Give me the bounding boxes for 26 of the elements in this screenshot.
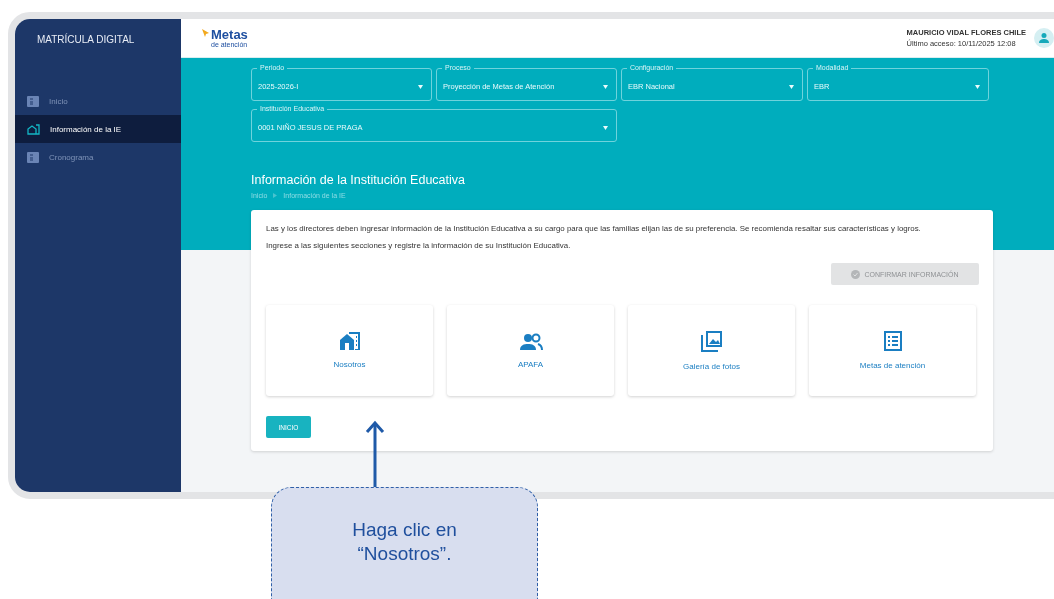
sidebar-item[interactable]: Cronograma [15,143,181,171]
sidebar-title: MATRÍCULA DIGITAL [36,32,136,47]
callout-text: Haga clic en “Nosotros”. [352,519,457,564]
page-title: Información de la Institución Educativa [251,173,466,187]
section-card[interactable]: APAFA [447,305,614,396]
check-circle-icon [851,269,861,279]
section-card[interactable]: Metas de atención [809,305,976,396]
caret-icon [789,84,794,89]
building-icon [27,123,40,135]
list-icon [883,331,902,351]
caret-icon [975,84,980,89]
pointer-arrow [365,420,385,488]
people-icon [518,332,543,350]
caret-icon [603,84,608,89]
user-avatar-icon[interactable] [1034,28,1054,48]
caret-icon [418,84,423,89]
chevron-icon [273,193,278,198]
dashboard-icon [27,95,39,107]
section-card[interactable]: Galería de fotos [628,305,795,396]
section-card[interactable]: Nosotros [266,305,433,396]
sidebar-item[interactable]: Información de la IE [15,115,181,143]
caret-icon [603,125,608,130]
sidebar-item[interactable]: Inicio [15,87,181,115]
building-icon [339,332,360,350]
dashboard-icon [27,151,39,163]
gallery-icon [700,330,723,352]
